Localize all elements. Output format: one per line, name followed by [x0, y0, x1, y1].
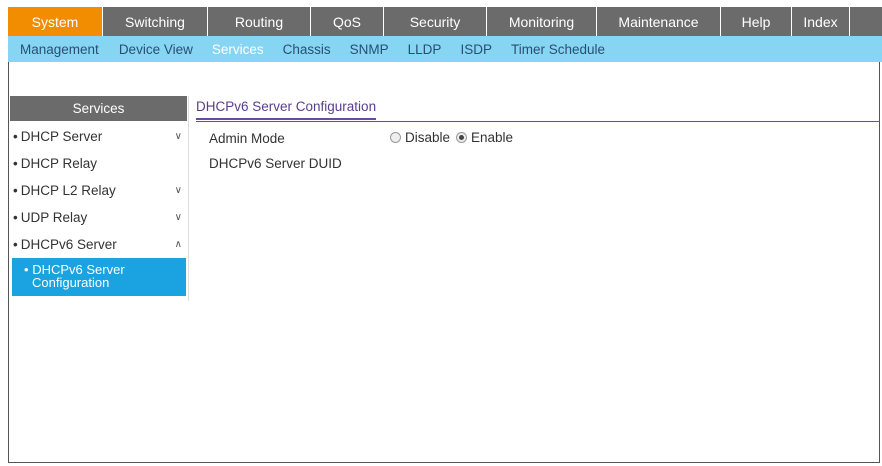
subnav-isdp[interactable]: ISDP [460, 42, 492, 57]
dhcpv6-server-duid-label: DHCPv6 Server DUID [209, 156, 342, 171]
sidebar-item-udp-relay[interactable]: • UDP Relay ∨ [10, 204, 187, 231]
tab-index[interactable]: Index [792, 7, 850, 36]
sidebar-item-dhcp-server[interactable]: • DHCP Server ∨ [10, 123, 187, 150]
sidebar-item-label: DHCP Server [20, 129, 103, 144]
bullet-icon: • [13, 210, 18, 225]
enable-label: Enable [471, 130, 514, 145]
bullet-icon: • [13, 183, 18, 198]
subnav-services[interactable]: Services [212, 42, 264, 57]
sidebar-item-label: UDP Relay [20, 210, 88, 225]
chevron-up-icon[interactable]: ∧ [175, 231, 182, 258]
admin-mode-radio-group: Disable Enable [390, 130, 519, 145]
sidebar-divider [188, 96, 189, 301]
sidebar-item-dhcpv6-server[interactable]: • DHCPv6 Server ∧ [10, 231, 187, 258]
tab-switching[interactable]: Switching [103, 7, 208, 36]
sidebar-selected-label-line2: Configuration [32, 275, 110, 290]
sidebar-item-dhcpv6-server-configuration[interactable]: • DHCPv6 Server Configuration [12, 258, 186, 296]
tab-help[interactable]: Help [721, 7, 792, 36]
tab-spacer [850, 7, 882, 36]
bullet-icon: • [24, 262, 29, 277]
tab-monitoring[interactable]: Monitoring [487, 7, 597, 36]
tab-system[interactable]: System [8, 7, 103, 36]
disable-label: Disable [405, 130, 451, 145]
sidebar-item-dhcp-l2-relay[interactable]: • DHCP L2 Relay ∨ [10, 177, 187, 204]
subnav-timer-schedule[interactable]: Timer Schedule [511, 42, 605, 57]
top-navigation: System Switching Routing QoS Security Mo… [8, 7, 882, 36]
tab-qos[interactable]: QoS [311, 7, 384, 36]
sidebar-item-dhcp-relay[interactable]: • DHCP Relay [10, 150, 187, 177]
subnav-snmp[interactable]: SNMP [350, 42, 389, 57]
sidebar-item-label: DHCP L2 Relay [20, 183, 116, 198]
disable-radio[interactable] [390, 132, 401, 143]
tab-maintenance[interactable]: Maintenance [597, 7, 721, 36]
sidebar-item-label: DHCPv6 Server [20, 237, 117, 252]
content-tab-dhcpv6-server-configuration[interactable]: DHCPv6 Server Configuration [196, 99, 377, 120]
subnav-device-view[interactable]: Device View [119, 42, 193, 57]
subnav-lldp[interactable]: LLDP [408, 42, 442, 57]
admin-mode-label: Admin Mode [209, 131, 285, 146]
bullet-icon: • [13, 156, 18, 171]
tab-routing[interactable]: Routing [208, 7, 311, 36]
sidebar-menu: • DHCP Server ∨ • DHCP Relay • DHCP L2 Rela… [10, 123, 187, 296]
tab-security[interactable]: Security [384, 7, 487, 36]
subnav-management[interactable]: Management [20, 42, 99, 57]
subnav-chassis[interactable]: Chassis [283, 42, 331, 57]
sub-navigation: Management Device View Services Chassis … [8, 36, 882, 62]
chevron-down-icon[interactable]: ∨ [175, 177, 182, 204]
chevron-down-icon[interactable]: ∨ [175, 123, 182, 150]
content-tab-underline [196, 121, 880, 122]
sidebar-header: Services [10, 96, 187, 121]
chevron-down-icon[interactable]: ∨ [175, 204, 182, 231]
enable-radio[interactable] [456, 132, 468, 143]
bullet-icon: • [13, 129, 18, 144]
bullet-icon: • [13, 237, 18, 252]
sidebar-item-label: DHCP Relay [20, 156, 98, 171]
